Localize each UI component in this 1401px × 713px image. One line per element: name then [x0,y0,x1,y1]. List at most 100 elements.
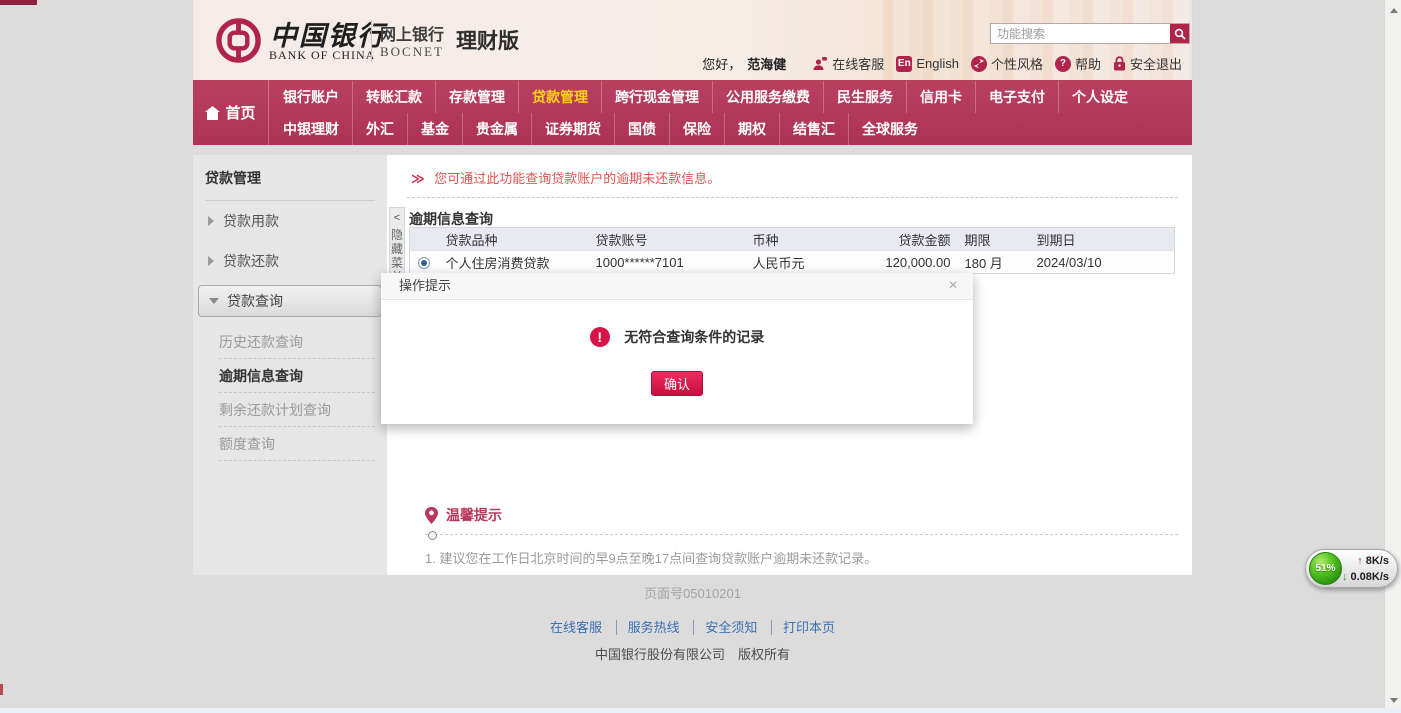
nav-item-bonds[interactable]: 国债 [615,113,670,145]
radio-column-header [409,227,438,251]
nav-item-loan[interactable]: 贷款管理 [519,81,602,113]
sidebar-group-label: 贷款查询 [227,293,283,309]
nav-item-settlement[interactable]: 结售汇 [780,113,849,145]
page-notice: ≫ 您可通过此功能查询贷款账户的逾期未还款信息。 [387,155,1192,187]
link-label: 安全退出 [1129,57,1182,72]
chevron-right-icon [208,256,214,266]
link-safe-exit[interactable]: 安全退出 [1113,54,1182,73]
footer-link-hotline[interactable]: 服务热线 [615,620,680,635]
nav-item-bank-account[interactable]: 银行账户 [270,81,353,113]
nav-home-label: 首页 [225,105,256,122]
page-number: 页面号05010201 [644,586,741,601]
col-term: 期限 [954,227,1027,251]
scroll-up-icon[interactable] [1385,2,1401,19]
table-row: 个人住房消费贷款 1000******7101 人民币元 120,000.00 … [409,250,1175,274]
nav-item-funds[interactable]: 基金 [408,113,463,145]
dialog-message-row: ! 无符合查询条件的记录 [381,327,973,347]
greeting-bar: 您好， 范海健 在线客服 En English 个性风格 ? 帮助 安全退出 [702,54,1182,73]
tips-note: 1. 建议您在工作日北京时间的早9点至晚17点间查询贷款账户逾期未还款记录。 [425,551,878,566]
product-name-en: BOCNET [380,44,444,59]
footer-link-security[interactable]: 安全须知 [693,620,758,635]
download-speed: 0.08K/s [1342,569,1389,585]
link-personal-style[interactable]: 个性风格 [970,54,1043,73]
section-title: 逾期信息查询 [409,211,493,227]
dialog-title: 操作提示 [399,278,452,293]
notice-text: 您可通过此功能查询贷款账户的逾期未还款信息。 [434,171,721,186]
magnifier-icon [1174,28,1186,40]
sidebar-item-remaining-plan-query[interactable]: 剩余还款计划查询 [219,393,375,427]
scroll-down-icon[interactable] [1385,692,1401,709]
nav-item-transfer[interactable]: 转账汇款 [353,81,436,113]
nav-item-public-pay[interactable]: 公用服务缴费 [713,81,824,113]
dashed-divider [407,197,1178,198]
sidebar-item-overdue-query[interactable]: 逾期信息查询 [219,359,375,393]
nav-row-2: 中银理财 外汇 基金 贵金属 证券期货 国债 保险 期权 结售汇 全球服务 [270,113,1192,145]
question-icon: ? [1054,55,1071,72]
nav-item-deposit[interactable]: 存款管理 [436,81,519,113]
nav-home[interactable]: 首页 [193,80,269,145]
bank-name-en: BANK OF CHINA [269,48,376,62]
nav-item-boc-wealth[interactable]: 中银理财 [270,113,353,145]
confirm-button[interactable]: 确认 [651,371,703,396]
nav-item-forex[interactable]: 外汇 [353,113,408,145]
main-nav: 首页 银行账户 转账汇款 存款管理 贷款管理 跨行现金管理 公用服务缴费 民生服… [193,80,1192,145]
nav-item-securities[interactable]: 证券期货 [532,113,615,145]
nav-item-crossbank-cash[interactable]: 跨行现金管理 [602,81,713,113]
row-radio-selected[interactable] [417,257,430,270]
edition-title: 理财版 [456,30,519,53]
scrollbar[interactable] [1384,0,1401,713]
dialog-message: 无符合查询条件的记录 [624,329,765,345]
boc-emblem-icon [216,18,261,63]
sidebar: 贷款管理 贷款用款 贷款还款 贷款查询 历史还款查询 逾期信息查询 剩余还款计划… [193,155,387,575]
net-speed-widget[interactable]: 51% 8K/s 0.08K/s [1305,549,1398,588]
table-header-row: 贷款品种 贷款账号 币种 贷款金额 期限 到期日 [409,227,1175,251]
cell-term: 180 月 [954,250,1027,274]
nav-item-credit-card[interactable]: 信用卡 [907,81,976,113]
col-amount: 贷款金额 [844,227,955,251]
overdue-table: 贷款品种 贷款账号 币种 贷款金额 期限 到期日 个人住房消费贷款 1000**… [409,227,1175,274]
nav-item-epay[interactable]: 电子支付 [976,81,1059,113]
sidebar-item-history-query[interactable]: 历史还款查询 [219,325,375,359]
nav-item-insurance[interactable]: 保险 [670,113,725,145]
cell-account: 1000******7101 [587,250,745,274]
link-label: English [916,56,959,71]
sidebar-group-loan-query[interactable]: 贷款查询 [198,285,382,317]
function-search [990,23,1190,44]
upload-speed: 8K/s [1342,553,1389,569]
sidebar-group-loan-repay[interactable]: 贷款还款 [193,241,387,281]
operation-dialog: 操作提示 × ! 无符合查询条件的记录 确认 [381,273,973,424]
warm-tips: 温馨提示 1. 建议您在工作日北京时间的早9点至晚17点间查询贷款账户逾期未还款… [425,505,1178,567]
username: 范海健 [747,57,787,72]
search-button[interactable] [1170,24,1189,43]
search-input[interactable] [991,26,1170,41]
nav-item-livelihood[interactable]: 民生服务 [824,81,907,113]
cell-product: 个人住房消费贷款 [437,250,588,274]
link-english[interactable]: En English [896,55,959,72]
nav-row-1: 银行账户 转账汇款 存款管理 贷款管理 跨行现金管理 公用服务缴费 民生服务 信… [270,81,1192,113]
product-name-cn: 网上银行 [380,27,445,44]
link-help[interactable]: ? 帮助 [1054,54,1101,73]
link-online-service[interactable]: 在线客服 [812,54,884,73]
warm-tips-header: 温馨提示 [425,505,1178,525]
footer-link-print[interactable]: 打印本页 [770,620,835,635]
sidebar-item-quota-query[interactable]: 额度查询 [219,427,375,461]
header-divider [371,20,372,62]
col-due-date: 到期日 [1026,227,1175,251]
nav-item-gold[interactable]: 贵金属 [463,113,532,145]
sidebar-group-loan-use[interactable]: 贷款用款 [193,201,387,241]
cell-due-date: 2024/03/10 [1026,250,1175,274]
link-label: 个性风格 [990,57,1043,72]
nav-item-global[interactable]: 全球服务 [849,113,931,145]
person-icon [812,56,828,71]
cell-amount: 120,000.00 [844,250,955,274]
greeting-text: 您好， [702,57,742,72]
pin-icon [425,506,438,524]
close-icon[interactable]: × [943,273,963,299]
nav-item-options[interactable]: 期权 [725,113,780,145]
footer-link-online-service[interactable]: 在线客服 [550,620,602,635]
sidebar-submenu: 历史还款查询 逾期信息查询 剩余还款计划查询 额度查询 [219,325,375,461]
chevron-left-icon: < [393,212,401,224]
link-label: 在线客服 [832,57,885,72]
link-label: 帮助 [1074,57,1101,72]
nav-item-personal-set[interactable]: 个人设定 [1059,81,1141,113]
